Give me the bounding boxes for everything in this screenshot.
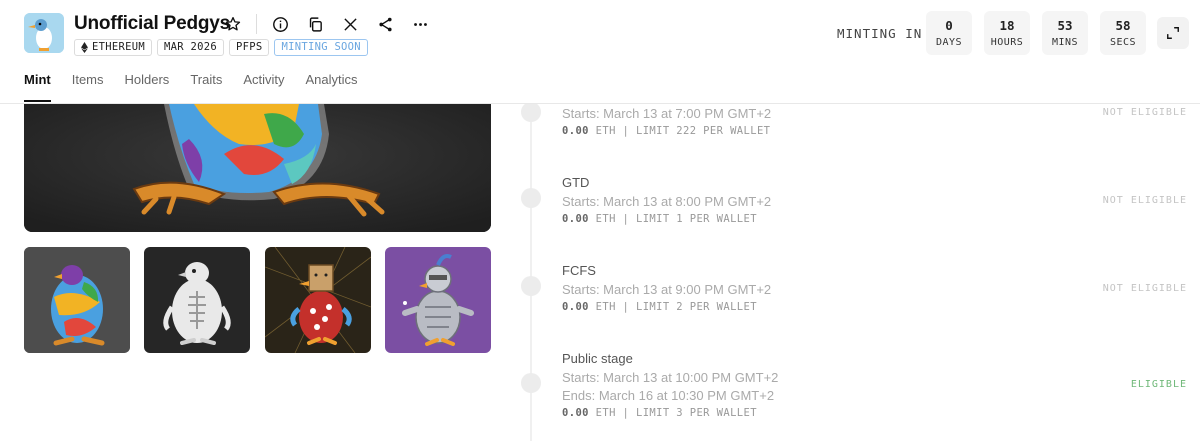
date-tag: MAR 2026 <box>156 39 224 56</box>
share-icon[interactable] <box>373 12 397 36</box>
countdown-hours-value: 18 <box>999 18 1015 33</box>
star-icon[interactable] <box>221 12 245 36</box>
countdown-secs-label: SECS <box>1109 37 1137 48</box>
chain-tag: ETHEREUM <box>74 39 152 56</box>
stage-2-eligibility: NOT ELIGIBLE <box>1102 195 1187 206</box>
stage-marker <box>521 373 541 393</box>
collection-tags: ETHEREUM MAR 2026 PFPS MINTING SOON <box>74 39 368 56</box>
stage-4-price-value: 0.00 <box>562 407 589 419</box>
copy-icon[interactable] <box>303 12 327 36</box>
stage-4-limit: LIMIT 3 PER WALLET <box>635 407 757 419</box>
stage-3-starts: Starts: March 13 at 9:00 PM GMT+2 <box>562 282 772 297</box>
featured-artwork <box>24 104 491 232</box>
expand-button[interactable] <box>1157 17 1189 49</box>
stage-3-name: FCFS <box>562 263 596 278</box>
stage-2-name: GTD <box>562 175 590 190</box>
stage-4-price: 0.00 ETH | LIMIT 3 PER WALLET <box>562 407 757 419</box>
countdown-hours: 18 HOURS <box>984 11 1030 55</box>
stage-4-currency: ETH <box>595 407 616 419</box>
tab-items[interactable]: Items <box>72 72 104 102</box>
stage-4-eligibility: ELIGIBLE <box>1130 379 1187 390</box>
stage-1-price-value: 0.00 <box>562 125 589 137</box>
countdown-mins: 53 MINS <box>1042 11 1088 55</box>
tab-analytics[interactable]: Analytics <box>306 72 358 102</box>
ethereum-icon <box>81 42 88 53</box>
tab-holders[interactable]: Holders <box>125 72 170 102</box>
countdown-mins-value: 53 <box>1057 18 1073 33</box>
countdown-label: MINTING IN <box>837 26 923 41</box>
category-tag: PFPS <box>228 39 270 56</box>
minting-soon-badge: MINTING SOON <box>274 39 368 56</box>
stage-1-price: 0.00 ETH | LIMIT 222 PER WALLET <box>562 125 771 137</box>
stage-2-starts: Starts: March 13 at 8:00 PM GMT+2 <box>562 194 772 209</box>
countdown-hours-label: HOURS <box>990 37 1024 48</box>
collection-tabs: Mint Items Holders Traits Activity Analy… <box>24 72 379 102</box>
stage-2-currency: ETH <box>595 213 616 225</box>
thumbnail-xray-pedgy[interactable] <box>144 247 250 353</box>
stage-1-limit: LIMIT 222 PER WALLET <box>635 125 771 137</box>
x-icon[interactable] <box>338 12 362 36</box>
stage-2-price-value: 0.00 <box>562 213 589 225</box>
countdown-mins-label: MINS <box>1051 37 1079 48</box>
stage-4-name: Public stage <box>562 351 633 366</box>
info-icon[interactable] <box>268 12 292 36</box>
stage-3-price-value: 0.00 <box>562 301 589 313</box>
thumbnail-rainbow-pedgy[interactable] <box>24 247 130 353</box>
stage-3-price: 0.00 ETH | LIMIT 2 PER WALLET <box>562 301 757 313</box>
header-divider <box>256 14 257 34</box>
collection-avatar <box>24 13 64 53</box>
tab-activity[interactable]: Activity <box>243 72 284 102</box>
stage-marker <box>521 102 541 122</box>
stage-3-eligibility: NOT ELIGIBLE <box>1102 283 1187 294</box>
collection-header: Unofficial Pedgys ETHEREUM MAR 2026 PFPS… <box>0 0 1200 104</box>
expand-icon <box>1167 27 1179 39</box>
stage-marker <box>521 276 541 296</box>
stage-marker <box>521 188 541 208</box>
stage-1-currency: ETH <box>595 125 616 137</box>
stage-4-ends: Ends: March 16 at 10:30 PM GMT+2 <box>562 388 775 403</box>
countdown-secs-value: 58 <box>1115 18 1131 33</box>
stage-2-price: 0.00 ETH | LIMIT 1 PER WALLET <box>562 213 757 225</box>
stage-2-limit: LIMIT 1 PER WALLET <box>635 213 757 225</box>
countdown-days: 0 DAYS <box>926 11 972 55</box>
stage-1-eligibility: NOT ELIGIBLE <box>1102 107 1187 118</box>
chain-label: ETHEREUM <box>92 41 145 53</box>
thumbnail-boxhead-pedgy[interactable] <box>265 247 371 353</box>
stage-4-starts: Starts: March 13 at 10:00 PM GMT+2 <box>562 370 779 385</box>
countdown-secs: 58 SECS <box>1100 11 1146 55</box>
tab-mint[interactable]: Mint <box>24 72 51 102</box>
countdown-days-label: DAYS <box>935 37 963 48</box>
countdown-days-value: 0 <box>945 18 953 33</box>
tab-traits[interactable]: Traits <box>190 72 222 102</box>
stage-3-currency: ETH <box>595 301 616 313</box>
thumbnail-knight-pedgy[interactable] <box>385 247 491 353</box>
stage-3-limit: LIMIT 2 PER WALLET <box>635 301 757 313</box>
collection-title: Unofficial Pedgys <box>74 13 231 34</box>
more-icon[interactable] <box>408 12 432 36</box>
stage-1-starts: Starts: March 13 at 7:00 PM GMT+2 <box>562 106 772 121</box>
